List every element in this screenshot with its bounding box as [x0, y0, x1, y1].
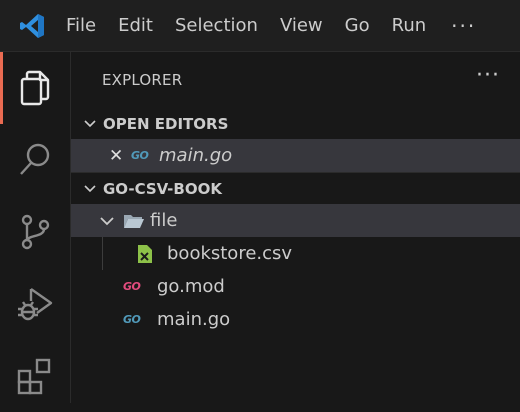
file-name: go.mod — [157, 276, 225, 297]
csv-file-icon — [137, 244, 167, 264]
run-debug-icon[interactable] — [0, 268, 70, 340]
file-item-go-mod[interactable]: GO go.mod — [71, 270, 520, 303]
menu-run[interactable]: Run — [381, 0, 438, 52]
chevron-down-icon — [79, 178, 101, 200]
chevron-down-icon — [96, 210, 118, 232]
go-file-icon: GO — [123, 313, 141, 326]
file-item-bookstore-csv[interactable]: bookstore.csv — [71, 237, 520, 270]
project-label: GO-CSV-BOOK — [103, 179, 222, 198]
file-name: bookstore.csv — [167, 243, 293, 264]
file-name: main.go — [157, 309, 231, 330]
explorer-more-icon[interactable]: ··· — [476, 65, 500, 87]
explorer-icon[interactable] — [0, 52, 70, 124]
open-editor-item[interactable]: ✕ GO main.go — [71, 139, 520, 172]
chevron-down-icon — [79, 113, 101, 135]
menu-more-icon[interactable]: ··· — [437, 14, 490, 38]
close-icon[interactable]: ✕ — [109, 146, 131, 166]
open-editor-name: main.go — [159, 145, 233, 166]
menu-edit[interactable]: Edit — [107, 0, 164, 52]
project-header[interactable]: GO-CSV-BOOK — [71, 172, 520, 204]
search-icon[interactable] — [0, 124, 70, 196]
explorer-sidebar: EXPLORER ··· OPEN EDITORS ✕ GO main.go G… — [71, 52, 520, 403]
menu-go[interactable]: Go — [334, 0, 381, 52]
explorer-title: EXPLORER — [102, 71, 183, 89]
menu-file[interactable]: File — [64, 0, 107, 52]
folder-open-icon — [118, 212, 150, 230]
source-control-icon[interactable] — [0, 196, 70, 268]
open-editors-header[interactable]: OPEN EDITORS — [71, 108, 520, 140]
menu-view[interactable]: View — [269, 0, 334, 52]
folder-name: file — [150, 210, 178, 231]
go-mod-icon: GO — [123, 280, 141, 293]
folder-item-file[interactable]: file — [71, 204, 520, 237]
extensions-icon[interactable] — [0, 340, 70, 412]
open-editors-label: OPEN EDITORS — [103, 115, 229, 133]
title-bar: File Edit Selection View Go Run ··· — [0, 0, 520, 52]
menu-selection[interactable]: Selection — [164, 0, 269, 52]
file-item-main-go[interactable]: GO main.go — [71, 303, 520, 336]
go-file-icon: GO — [131, 149, 149, 162]
vscode-logo-icon — [0, 0, 64, 52]
activity-bar — [0, 52, 71, 403]
explorer-header: EXPLORER ··· — [71, 52, 520, 108]
